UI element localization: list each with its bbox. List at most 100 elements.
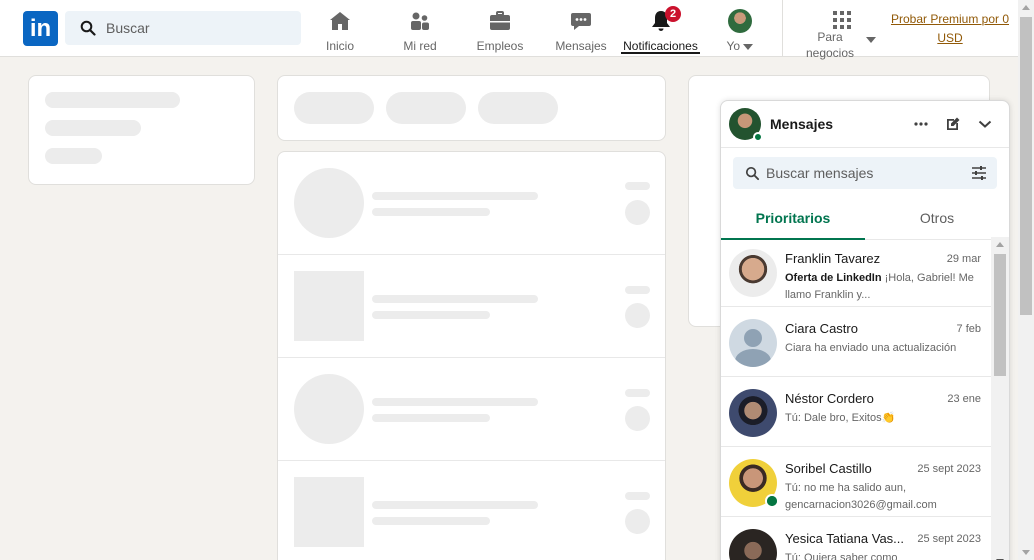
nav-jobs[interactable]: Empleos <box>476 0 524 57</box>
conversation-name: Soribel Castillo <box>785 461 872 476</box>
avatar <box>729 108 763 142</box>
nav-home-label: Inicio <box>325 39 354 53</box>
online-status-icon <box>765 494 779 508</box>
messaging-header[interactable]: Mensajes <box>721 101 1009 148</box>
conversation-name: Néstor Cordero <box>785 391 874 406</box>
conversation-scrollbar[interactable] <box>991 237 1009 560</box>
notification-badge: 2 <box>665 6 681 22</box>
compose-message-button[interactable] <box>937 108 969 140</box>
share-box-skeleton <box>277 75 666 141</box>
conversation-item[interactable]: Néstor Cordero 23 ene Tú: Dale bro, Exit… <box>721 377 993 447</box>
nav-notifications-label: Notificaciones <box>623 39 698 53</box>
nav-my-network-label: Mi red <box>403 39 437 53</box>
more-options-button[interactable] <box>905 108 937 140</box>
chevron-down-icon <box>743 43 754 50</box>
skeleton-line <box>372 414 490 422</box>
conversation-snippet: Tú: Quiera saber como <box>785 552 898 560</box>
sponsored-label: Oferta de LinkedIn <box>785 272 882 284</box>
messaging-title[interactable]: Mensajes <box>770 116 905 132</box>
search-input[interactable]: Buscar <box>65 11 301 45</box>
skeleton-dot <box>625 406 650 431</box>
page-scrollbar[interactable] <box>1018 0 1034 560</box>
search-icon <box>745 166 760 180</box>
skeleton-dot <box>625 200 650 225</box>
nav-my-network[interactable]: Mi red <box>396 0 444 57</box>
tab-other[interactable]: Otros <box>865 197 1009 239</box>
messaging-tabs: Prioritarios Otros <box>721 197 1009 240</box>
conversation-list: Franklin Tavarez 29 mar Oferta de Linked… <box>721 237 993 560</box>
skeleton-line <box>372 517 490 525</box>
scroll-up-arrow[interactable] <box>1022 5 1030 10</box>
avatar <box>729 529 777 560</box>
tab-priority[interactable]: Prioritarios <box>721 197 865 240</box>
conversation-item[interactable]: Yesica Tatiana Vas... 25 sept 2023 Tú: Q… <box>721 517 993 560</box>
scrollbar-thumb[interactable] <box>1020 17 1032 315</box>
conversation-name: Ciara Castro <box>785 321 858 336</box>
nav-messaging-label: Mensajes <box>555 39 607 53</box>
conversation-snippet: Oferta de LinkedIn ¡Hola, Gabriel! Me ll… <box>785 270 981 304</box>
skeleton-dot <box>625 303 650 328</box>
divider <box>278 460 665 461</box>
nav-me-label: Yo <box>726 39 741 53</box>
collapse-button[interactable] <box>969 108 1001 140</box>
skeleton-pill <box>386 92 466 124</box>
compose-icon <box>947 117 960 130</box>
skeleton-avatar <box>294 374 364 444</box>
search-icon <box>80 20 96 36</box>
skeleton-line <box>45 92 180 108</box>
conversation-snippet: Tú: no me ha salido aun, gencarnacion302… <box>785 482 937 511</box>
filter-icon[interactable] <box>971 165 987 181</box>
conversation-item[interactable]: Soribel Castillo 25 sept 2023 Tú: no me … <box>721 447 993 517</box>
message-search-placeholder: Buscar mensajes <box>766 165 874 181</box>
conversation-item[interactable]: Franklin Tavarez 29 mar Oferta de Linked… <box>721 237 993 307</box>
skeleton-pill <box>478 92 558 124</box>
nav-messaging[interactable]: Mensajes <box>553 0 609 57</box>
skeleton-line <box>372 398 538 406</box>
conversation-name: Yesica Tatiana Vas... <box>785 531 905 546</box>
skeleton-thumbnail <box>294 477 364 547</box>
skeleton-line <box>625 389 650 397</box>
skeleton-line <box>372 311 490 319</box>
skeleton-pill <box>294 92 374 124</box>
conversation-snippet: Ciara ha enviado una actualización <box>785 342 957 354</box>
conversation-date: 7 feb <box>956 323 981 335</box>
chevron-down-icon <box>978 120 992 128</box>
skeleton-line <box>372 501 538 509</box>
conversation-date: 29 mar <box>946 253 981 265</box>
skeleton-line <box>625 182 650 190</box>
avatar-placeholder-head <box>744 329 762 347</box>
online-status-icon <box>753 132 763 142</box>
skeleton-dot <box>625 509 650 534</box>
nav-me[interactable]: Yo <box>722 0 758 57</box>
avatar <box>729 249 777 297</box>
skeleton-thumbnail <box>294 271 364 341</box>
nav-me-label-wrap: Yo <box>727 39 754 53</box>
message-search-input[interactable]: Buscar mensajes <box>733 157 997 189</box>
skeleton-avatar <box>294 168 364 238</box>
nav-home[interactable]: Inicio <box>316 0 364 57</box>
avatar <box>729 389 777 437</box>
skeleton-line <box>372 192 538 200</box>
nav-jobs-label: Empleos <box>476 39 524 53</box>
conversation-item[interactable]: Ciara Castro 7 feb Ciara ha enviado una … <box>721 307 993 377</box>
linkedin-logo[interactable]: in <box>23 11 58 46</box>
ellipsis-icon <box>914 122 928 126</box>
avatar-placeholder-body <box>735 349 771 367</box>
conversation-date: 25 sept 2023 <box>917 533 981 545</box>
avatar <box>728 9 752 33</box>
skeleton-line <box>45 148 102 164</box>
nav-divider <box>782 0 783 56</box>
conversation-date: 23 ene <box>947 393 981 405</box>
nav-for-business[interactable]: Para negocios <box>800 0 884 60</box>
nav-for-business-label: Para negocios <box>805 30 855 60</box>
messaging-panel: Mensajes Buscar mensajes Prioritarios Ot… <box>720 100 1010 560</box>
scroll-up-arrow[interactable] <box>996 242 1004 247</box>
scrollbar-thumb[interactable] <box>994 254 1006 376</box>
scroll-down-arrow[interactable] <box>1022 550 1030 555</box>
nav-notifications[interactable]: 2 Notificaciones <box>621 0 700 57</box>
try-premium-link[interactable]: Probar Premium por 0 USD <box>886 10 1014 48</box>
search-placeholder: Buscar <box>106 20 150 36</box>
briefcase-icon <box>490 11 510 30</box>
feed-skeleton <box>277 151 666 560</box>
divider <box>278 254 665 255</box>
